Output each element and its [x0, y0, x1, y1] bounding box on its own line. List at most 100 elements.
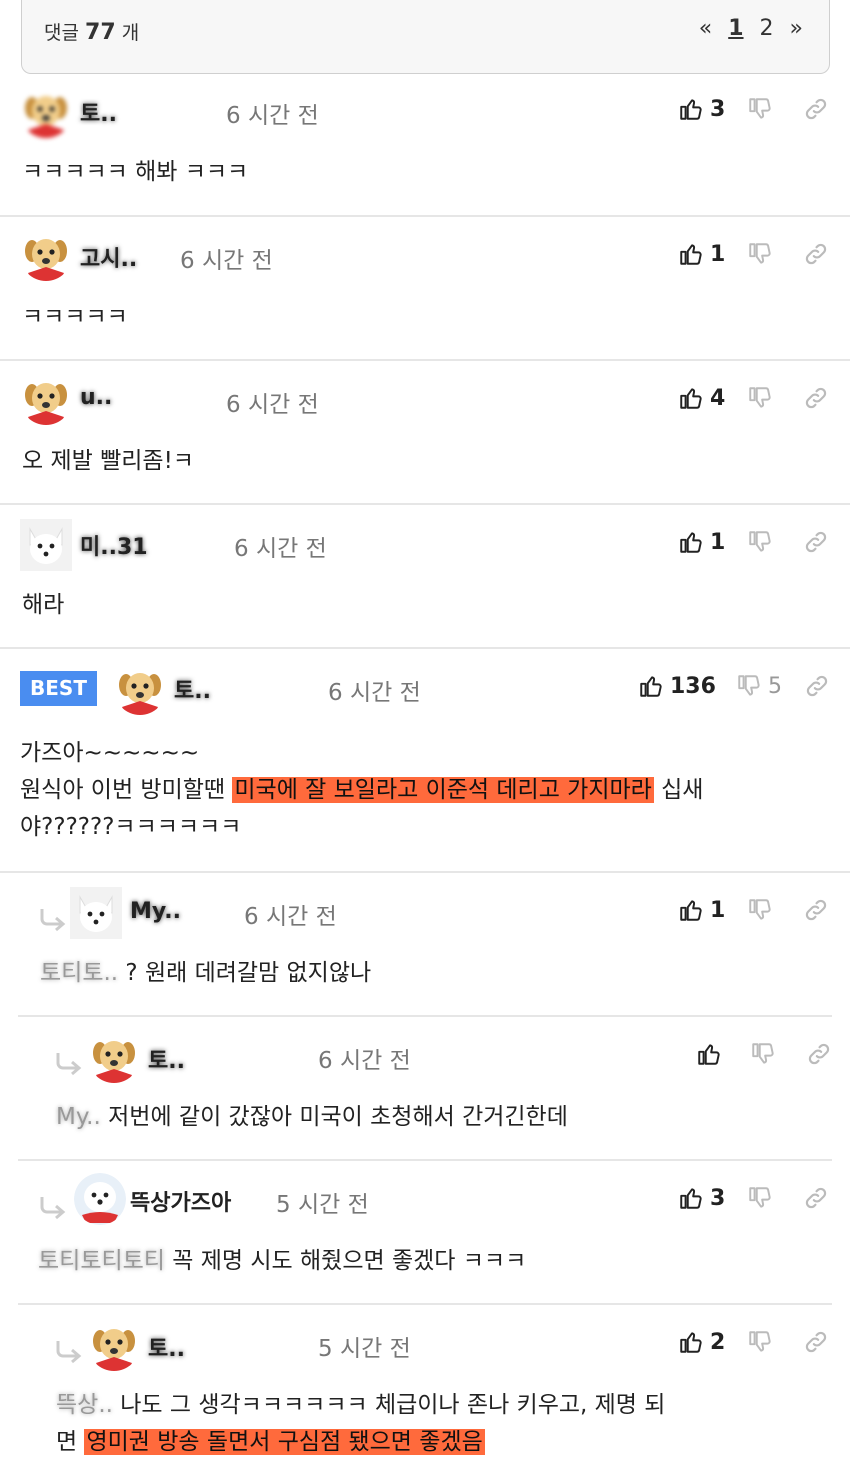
dog-avatar[interactable]	[88, 1031, 140, 1083]
comment-time: 6 시간 전	[328, 680, 421, 706]
page-1-link[interactable]: 1	[728, 16, 743, 41]
highlighted-text: 영미권 방송 돌면서 구심점 됐으면 좋겠음	[84, 1429, 485, 1455]
like-count: 3	[710, 96, 726, 122]
comment-nickname[interactable]: 토..	[148, 1331, 185, 1363]
link-button[interactable]	[803, 96, 829, 122]
link-icon	[803, 385, 829, 411]
reply-item: 토.. 5 시간 전 2 뜩상.. 나도 그 생각ㅋㅋㅋㅋㅋㅋ 체급이나 존나 …	[18, 1305, 832, 1482]
comment-time: 6 시간 전	[244, 904, 337, 930]
like-count: 1	[710, 529, 726, 555]
link-icon	[803, 529, 829, 555]
dog-avatar[interactable]	[88, 1319, 140, 1371]
comment-count-value: 77	[85, 20, 116, 45]
mention[interactable]: My..	[56, 1104, 101, 1130]
comment-count: 댓글 77 개	[44, 18, 139, 45]
link-button[interactable]	[803, 1329, 829, 1355]
comment-nickname[interactable]: My..	[130, 899, 181, 924]
thumb-down-icon	[747, 1329, 773, 1355]
thumb-up-icon	[678, 897, 704, 923]
comment-line: 가즈아~~~~~~	[20, 740, 200, 766]
like-count: 136	[670, 673, 716, 699]
dislike-button[interactable]	[747, 1185, 773, 1211]
link-icon	[803, 897, 829, 923]
pagination: « 1 2 »	[699, 16, 803, 41]
like-button[interactable]: 136	[638, 673, 716, 699]
comment-count-unit: 개	[121, 22, 140, 44]
dog-avatar[interactable]	[114, 663, 166, 715]
comment-time: 6 시간 전	[226, 103, 319, 129]
dog-avatar[interactable]	[20, 373, 72, 425]
comment-time: 6 시간 전	[226, 392, 319, 418]
thumb-down-icon	[747, 897, 773, 923]
comment-time: 6 시간 전	[180, 248, 273, 274]
mention[interactable]: 토티토..	[40, 960, 118, 986]
like-button[interactable]: 1	[678, 529, 725, 555]
comment-nickname[interactable]: 미..31	[80, 529, 148, 561]
dislike-button[interactable]	[747, 1329, 773, 1355]
comment-count-label: 댓글	[44, 22, 79, 44]
prev-page-button[interactable]: «	[699, 16, 712, 41]
like-button[interactable]: 4	[678, 385, 725, 411]
comment-text: 해라	[22, 592, 65, 618]
comment-text: 오 제발 빨리좀!ㅋ	[22, 448, 194, 474]
mention[interactable]: 뜩상..	[56, 1392, 113, 1418]
page-2-link[interactable]: 2	[760, 16, 774, 41]
next-page-button[interactable]: »	[790, 16, 803, 41]
link-button[interactable]	[803, 241, 829, 267]
dislike-button[interactable]: 5	[736, 673, 782, 699]
comment-item: 토.. 6 시간 전 3 ㅋㅋㅋㅋㅋ 해봐 ㅋㅋㅋ	[0, 76, 850, 217]
reply-item: 뜩상가즈아 5 시간 전 3 토티토티토티 꼭 제명 시도 해줬으면 좋겠다 ㅋ…	[18, 1161, 832, 1305]
dislike-button[interactable]	[747, 96, 773, 122]
link-button[interactable]	[803, 1185, 829, 1211]
dislike-button[interactable]	[750, 1041, 776, 1067]
white-dog-avatar[interactable]	[74, 1173, 126, 1225]
thumb-up-icon	[678, 96, 704, 122]
dislike-button[interactable]	[747, 897, 773, 923]
like-button[interactable]: 1	[678, 897, 725, 923]
link-icon	[803, 1185, 829, 1211]
thumb-down-icon	[750, 1041, 776, 1067]
like-button[interactable]: 3	[678, 96, 725, 122]
like-button[interactable]: 1	[678, 241, 725, 267]
comment-text: My.. 저번에 같이 갔잖아 미국이 초청해서 간거긴한데	[56, 1099, 568, 1136]
comment-text: 토티토.. ? 원래 데려갈맘 없지않나	[40, 955, 371, 992]
link-icon	[803, 241, 829, 267]
dislike-button[interactable]	[747, 241, 773, 267]
link-button[interactable]	[803, 385, 829, 411]
comment-nickname[interactable]: u..	[80, 385, 112, 410]
comment-nickname[interactable]: 뜩상가즈아	[130, 1185, 231, 1217]
link-button[interactable]	[803, 897, 829, 923]
thumb-up-icon	[696, 1041, 722, 1067]
dog-avatar[interactable]	[20, 229, 72, 281]
comment-text-part: 나도 그 생각ㅋㅋㅋㅋㅋㅋ 체급이나 존나 키우고, 제명 되	[112, 1392, 666, 1418]
dislike-button[interactable]	[747, 385, 773, 411]
thumb-up-icon	[678, 241, 704, 267]
best-badge: BEST	[20, 671, 97, 706]
like-button[interactable]	[696, 1041, 728, 1067]
like-button[interactable]: 3	[678, 1185, 725, 1211]
best-comment-item: BEST 토.. 6 시간 전 136 5 가즈아~~~~~~ 원식아 이번 방…	[0, 649, 850, 873]
like-button[interactable]: 2	[678, 1329, 725, 1355]
white-fox-avatar[interactable]	[20, 519, 72, 571]
reply-item: My.. 6 시간 전 1 토티토.. ? 원래 데려갈맘 없지않나	[18, 873, 832, 1017]
comment-line: 뜩상.. 나도 그 생각ㅋㅋㅋㅋㅋㅋ 체급이나 존나 키우고, 제명 되	[56, 1387, 826, 1424]
comment-item: 고시.. 6 시간 전 1 ㅋㅋㅋㅋㅋ	[0, 217, 850, 361]
dislike-button[interactable]	[747, 529, 773, 555]
link-button[interactable]	[804, 673, 830, 699]
link-button[interactable]	[806, 1041, 832, 1067]
thumb-down-icon	[747, 96, 773, 122]
like-count: 2	[710, 1329, 726, 1355]
comment-nickname[interactable]: 토..	[148, 1043, 185, 1075]
comment-nickname[interactable]: 토..	[80, 96, 117, 128]
comment-line: 원식아 이번 방미할땐 미국에 잘 보일라고 이준석 데리고 가지마라 십새	[20, 772, 830, 809]
comment-nickname[interactable]: 고시..	[80, 241, 137, 273]
thumb-down-icon	[747, 529, 773, 555]
link-button[interactable]	[803, 529, 829, 555]
comment-text: 뜩상.. 나도 그 생각ㅋㅋㅋㅋㅋㅋ 체급이나 존나 키우고, 제명 되 면 영…	[56, 1387, 826, 1461]
comment-nickname[interactable]: 토..	[174, 673, 211, 705]
white-fox-avatar[interactable]	[70, 887, 122, 939]
comment-header: 댓글 77 개 « 1 2 »	[21, 0, 830, 74]
comment-text-part: ? 원래 데려갈맘 없지않나	[118, 960, 372, 986]
mention[interactable]: 토티토티토티	[38, 1248, 165, 1274]
dog-avatar[interactable]	[20, 86, 72, 138]
